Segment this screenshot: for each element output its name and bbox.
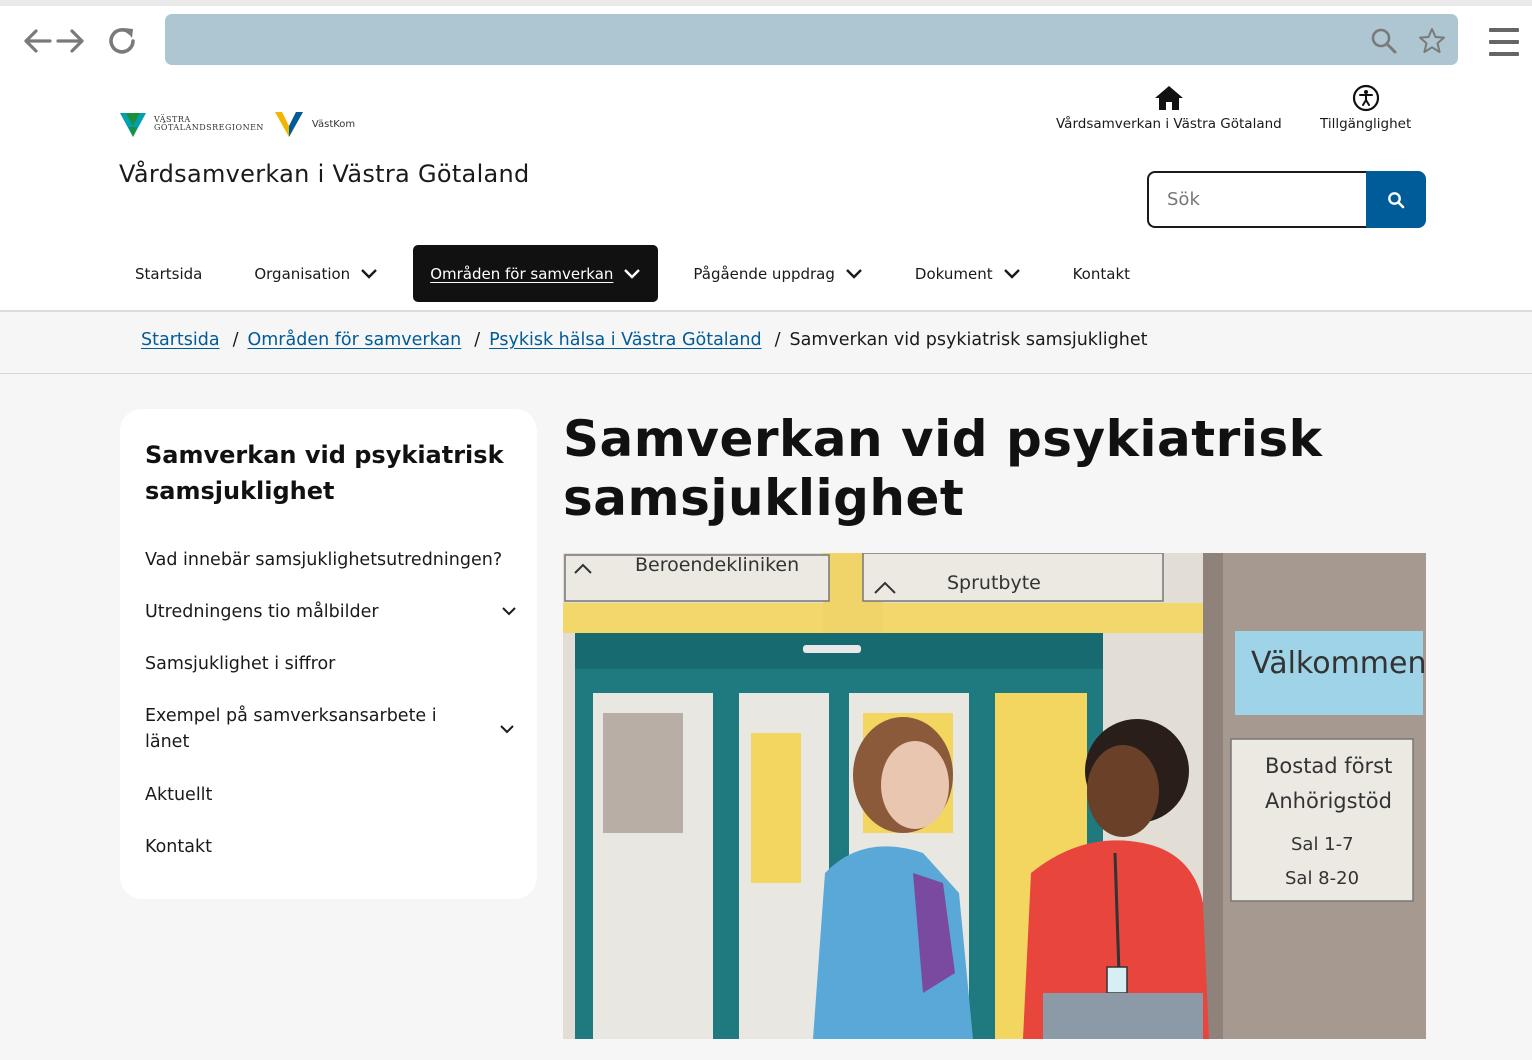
hamburger-icon[interactable] xyxy=(1486,24,1522,60)
breadcrumb-link-psykisk-halsa[interactable]: Psykisk hälsa i Västra Götaland xyxy=(489,330,761,350)
nav-item-kontakt[interactable]: Kontakt xyxy=(1056,245,1147,302)
vastkom-logo-text: VästKom xyxy=(311,118,356,130)
page-title: Samverkan vid psykiatrisk samsjuklighet xyxy=(563,410,1323,527)
nav-item-dokument[interactable]: Dokument xyxy=(898,245,1038,302)
hero-sign-valkommen: Välkommen xyxy=(1251,646,1426,681)
nav-item-omraden[interactable]: Områden för samverkan xyxy=(413,245,659,302)
vgr-logo-icon xyxy=(120,113,146,137)
breadcrumb-separator: / xyxy=(774,330,781,350)
hero-sign-bostad-forst: Bostad först xyxy=(1265,754,1392,778)
nav-item-label: Organisation xyxy=(254,264,351,283)
site-title[interactable]: Vårdsamverkan i Västra Götaland xyxy=(119,160,530,188)
forward-button[interactable] xyxy=(54,24,88,58)
nav-item-organisation[interactable]: Organisation xyxy=(237,245,395,302)
nav-item-label: Pågående uppdrag xyxy=(693,264,835,283)
sidenav-item-label: Exempel på samverksansarbete i länet xyxy=(145,706,437,752)
sidenav-item-label: Vad innebär samsjuklighetsutredningen? xyxy=(145,550,503,570)
search-input[interactable] xyxy=(1147,171,1366,228)
nav-item-label: Kontakt xyxy=(1072,264,1131,283)
nav-item-label: Områden för samverkan xyxy=(430,264,614,283)
sidenav-item-aktuellt[interactable]: Aktuellt xyxy=(145,782,515,808)
browser-toolbar xyxy=(0,0,1532,76)
breadcrumb-current: Samverkan vid psykiatrisk samsjuklighet xyxy=(789,330,1148,350)
breadcrumb-divider xyxy=(0,373,1532,374)
sidenav-item-label: Kontakt xyxy=(145,837,212,857)
back-button[interactable] xyxy=(20,24,54,58)
breadcrumb-link-omraden[interactable]: Områden för samverkan xyxy=(247,330,461,350)
search-icon[interactable] xyxy=(1370,27,1398,55)
search-icon xyxy=(1388,191,1405,208)
sidenav-item-label: Utredningens tio målbilder xyxy=(145,602,379,622)
chevron-down-icon xyxy=(1003,268,1020,279)
address-bar[interactable] xyxy=(165,14,1458,65)
nav-item-pagaende-uppdrag[interactable]: Pågående uppdrag xyxy=(676,245,879,302)
vastkom-logo-icon xyxy=(274,112,303,137)
accessibility-icon xyxy=(1352,82,1380,114)
breadcrumb-separator: / xyxy=(474,330,481,350)
chevron-down-icon xyxy=(624,268,641,279)
sidenav-item-label: Aktuellt xyxy=(145,785,213,805)
search-button[interactable] xyxy=(1366,171,1426,228)
vgr-logo-text: VÄSTRA GÖTALANDSREGIONEN xyxy=(154,116,264,132)
sidenav-item-siffror[interactable]: Samsjuklighet i siffror xyxy=(145,651,515,677)
arrow-left-icon xyxy=(24,29,52,53)
side-navigation: Samverkan vid psykiatrisk samsjuklighet … xyxy=(120,409,537,899)
sidenav-title[interactable]: Samverkan vid psykiatrisk samsjuklighet xyxy=(145,437,515,509)
chevron-down-icon[interactable] xyxy=(501,606,517,617)
breadcrumb-separator: / xyxy=(232,330,239,350)
main-navigation: Startsida Organisation Områden för samve… xyxy=(118,245,1165,302)
chevron-down-icon xyxy=(846,268,862,279)
home-link[interactable]: Vårdsamverkan i Västra Götaland xyxy=(1056,82,1282,132)
accessibility-link-label: Tillgänglighet xyxy=(1320,116,1412,132)
nav-item-label: Startsida xyxy=(135,264,203,283)
hero-sign-sal-8-20: Sal 8-20 xyxy=(1285,868,1359,889)
reload-button[interactable] xyxy=(105,24,139,58)
sidenav-item-kontakt[interactable]: Kontakt xyxy=(145,834,515,860)
hero-illustration: Beroendekliniken Sprutbyte Välkommen Bos… xyxy=(563,553,1426,1039)
arrow-right-icon xyxy=(56,29,84,53)
nav-item-label: Dokument xyxy=(914,264,993,283)
breadcrumb: Startsida / Områden för samverkan / Psyk… xyxy=(141,330,1148,350)
accessibility-link[interactable]: Tillgänglighet xyxy=(1320,82,1411,132)
reload-icon xyxy=(109,28,135,54)
sidenav-item-malbilder[interactable]: Utredningens tio målbilder xyxy=(145,599,517,625)
sidenav-item-label: Samsjuklighet i siffror xyxy=(145,654,336,674)
hero-sign-anhorigstod: Anhörigstöd xyxy=(1265,789,1392,813)
nav-item-startsida[interactable]: Startsida xyxy=(118,245,219,302)
breadcrumb-link-startsida[interactable]: Startsida xyxy=(141,330,220,350)
home-icon xyxy=(1154,82,1184,114)
hero-sign-sprutbyte: Sprutbyte xyxy=(947,572,1041,594)
sidenav-item-samsjuklighetsutredningen[interactable]: Vad innebär samsjuklighetsutredningen? xyxy=(145,547,515,573)
home-link-label: Vårdsamverkan i Västra Götaland xyxy=(1056,116,1282,132)
site-search xyxy=(1147,171,1426,228)
logos[interactable]: VÄSTRA GÖTALANDSREGIONEN VästKom xyxy=(118,108,355,140)
sidenav-item-exempel[interactable]: Exempel på samverksansarbete i länet xyxy=(145,703,445,755)
vgr-logo-line2: GÖTALANDSREGIONEN xyxy=(154,123,264,132)
hero-sign-sal-1-7: Sal 1-7 xyxy=(1291,834,1354,855)
chevron-down-icon[interactable] xyxy=(499,724,515,735)
star-icon[interactable] xyxy=(1418,27,1446,55)
hero-sign-beroendekliniken: Beroendekliniken xyxy=(635,554,799,576)
chevron-down-icon xyxy=(361,268,378,279)
site-header: VÄSTRA GÖTALANDSREGIONEN VästKom Vårdsam… xyxy=(0,76,1532,312)
